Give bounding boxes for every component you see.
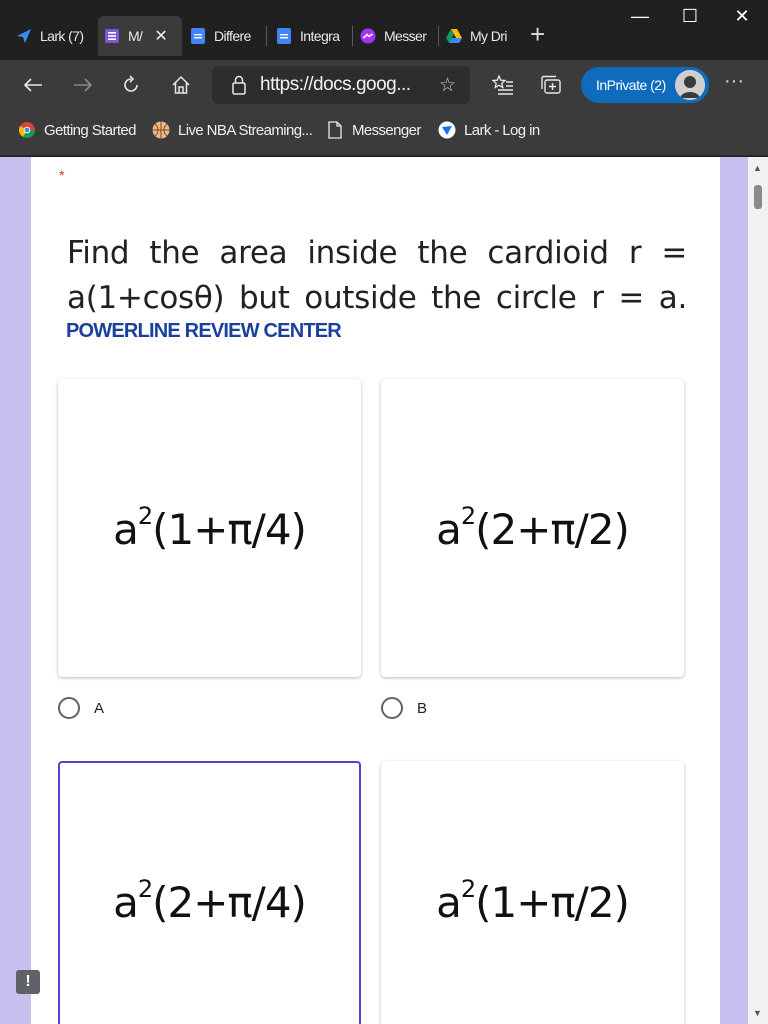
tab-docs-differe[interactable]: Differe (190, 16, 258, 56)
question-text-line-1: Find the area inside the cardioid r = (67, 235, 687, 271)
question-text-line-2: a(1+cosθ) but outside the circle r = a. (67, 280, 687, 316)
refresh-icon (124, 75, 138, 92)
forms-icon (104, 28, 120, 44)
favorite-live-nba[interactable]: Live NBA Streaming... (152, 121, 313, 139)
option-b-label: B (417, 699, 428, 717)
docs-icon (276, 28, 292, 44)
option-a-card[interactable]: a2(1+π/4) (58, 379, 361, 677)
refresh-button[interactable] (116, 70, 146, 100)
close-window-button[interactable]: ✕ (722, 6, 762, 27)
forward-arrow-icon (74, 78, 93, 92)
docs-icon (190, 28, 206, 44)
chrome-icon (18, 121, 36, 139)
report-feedback-icon[interactable]: ! (16, 970, 40, 994)
inprivate-button[interactable]: InPrivate (2) (581, 67, 709, 103)
scroll-up-icon[interactable]: ▲ (753, 163, 762, 173)
tab-forms-active[interactable]: M/ ✕ (98, 16, 182, 56)
option-a-expression: a2(1+π/4) (113, 502, 307, 554)
back-button[interactable] (18, 70, 48, 100)
tab-drive[interactable]: My Dri (446, 16, 522, 56)
url-text[interactable]: https://docs.goog... (260, 74, 411, 96)
tab-strip: Lark (7) M/ ✕ Differe Integra Messer My … (0, 0, 768, 60)
avatar (675, 70, 705, 100)
required-marker: * (59, 167, 65, 183)
close-tab-icon[interactable]: ✕ (154, 26, 167, 46)
page-scrollbar[interactable]: ▲ ▼ (748, 157, 768, 1024)
option-c-expression: a2(2+π/4) (113, 875, 307, 927)
option-a-label: A (94, 699, 105, 717)
tab-lark[interactable]: Lark (7) (16, 16, 96, 56)
messenger-icon (360, 28, 376, 44)
home-icon (172, 75, 190, 94)
scroll-thumb[interactable] (754, 185, 762, 209)
tab-separator (438, 26, 439, 46)
lark-icon (438, 121, 456, 139)
option-b-radio[interactable] (381, 697, 403, 719)
option-b-radio-row[interactable]: B (381, 697, 427, 719)
source-label: POWERLINE REVIEW CENTER (66, 320, 342, 342)
favorite-star-icon[interactable]: ☆ (439, 74, 456, 97)
option-d-card[interactable]: a2(1+π/2) (381, 761, 684, 1024)
maximize-button[interactable]: ☐ (670, 6, 710, 27)
option-c-card[interactable]: a2(2+π/4) (58, 761, 361, 1024)
option-a-radio-row[interactable]: A (58, 697, 104, 719)
favorite-getting-started[interactable]: Getting Started (18, 121, 137, 139)
forward-button[interactable] (68, 70, 98, 100)
tab-docs-integra[interactable]: Integra (276, 16, 346, 56)
favorite-messenger[interactable]: Messenger (326, 121, 421, 139)
page-icon (326, 121, 344, 139)
option-a-radio[interactable] (58, 697, 80, 719)
favorites-button[interactable] (488, 70, 518, 100)
minimize-button[interactable]: — (620, 6, 660, 27)
lark-icon (16, 28, 32, 44)
favorites-bar: Getting Started Live NBA Streaming... Me… (0, 110, 768, 156)
favorites-list-icon (492, 75, 513, 95)
tab-separator (266, 26, 267, 46)
question-card: * Find the area inside the cardioid r = … (31, 157, 720, 1024)
address-bar[interactable]: https://docs.goog... ☆ (212, 66, 470, 104)
home-button[interactable] (166, 70, 196, 100)
collections-button[interactable] (536, 70, 566, 100)
more-menu-button[interactable]: ··· (724, 70, 744, 93)
back-arrow-icon (23, 78, 42, 92)
lock-icon[interactable] (230, 75, 248, 95)
tab-separator (352, 26, 353, 46)
new-tab-button[interactable]: + (530, 20, 545, 48)
form-page: * Find the area inside the cardioid r = … (0, 157, 768, 1024)
option-b-expression: a2(2+π/2) (436, 502, 630, 554)
navigation-bar: https://docs.goog... ☆ InPrivate (2) ··· (0, 60, 768, 110)
option-d-expression: a2(1+π/2) (436, 875, 630, 927)
drive-icon (446, 28, 462, 44)
scroll-down-icon[interactable]: ▼ (753, 1008, 762, 1018)
collections-icon (541, 75, 561, 94)
option-b-card[interactable]: a2(2+π/2) (381, 379, 684, 677)
favorite-lark-login[interactable]: Lark - Log in (438, 121, 540, 139)
basketball-icon (152, 121, 170, 139)
tab-messenger[interactable]: Messer (360, 16, 434, 56)
